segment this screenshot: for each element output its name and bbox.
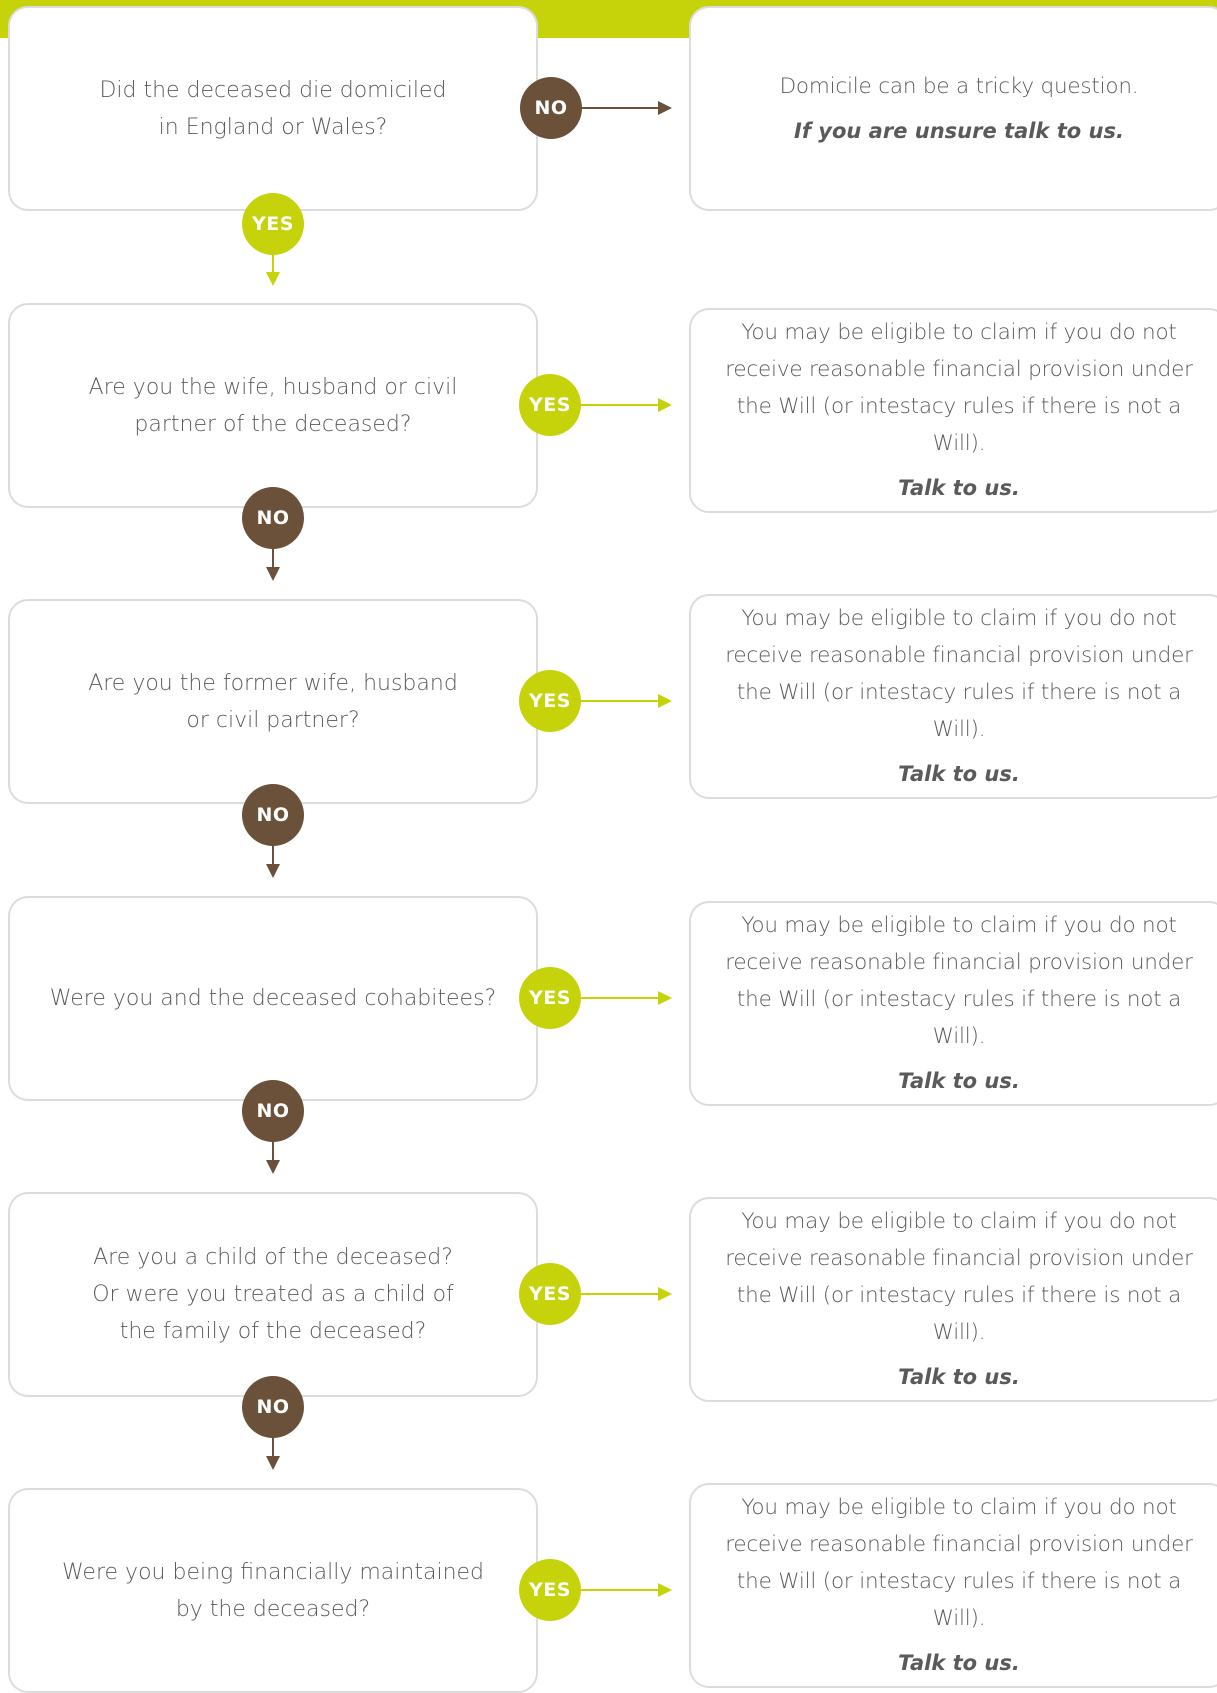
answer-body: You may be eligible to claim if you do n… <box>725 913 1193 1049</box>
question-text: Are you the former wife, husband or civi… <box>88 670 458 733</box>
arrow-right <box>578 398 672 412</box>
question-card-child: Are you a child of the deceased? Or were… <box>8 1192 538 1397</box>
yes-badge: YES <box>519 374 581 436</box>
arrowhead <box>266 567 280 581</box>
arrow-right <box>578 101 672 115</box>
no-badge: NO <box>242 1376 304 1438</box>
arrowhead <box>266 1160 280 1174</box>
arrow-down <box>266 1138 280 1174</box>
answer-card-former-spouse: You may be eligible to claim if you do n… <box>689 594 1217 799</box>
answer-text: Domicile can be a tricky question. If yo… <box>750 68 1169 150</box>
answer-text: You may be eligible to claim if you do n… <box>691 314 1217 507</box>
question-card-former-spouse: Are you the former wife, husband or civi… <box>8 599 538 804</box>
answer-card-spouse: You may be eligible to claim if you do n… <box>689 308 1217 513</box>
answer-text: You may be eligible to claim if you do n… <box>691 907 1217 1100</box>
no-badge: NO <box>242 784 304 846</box>
answer-text: You may be eligible to claim if you do n… <box>691 1203 1217 1396</box>
arrowhead <box>658 101 672 115</box>
arrowhead <box>266 1456 280 1470</box>
question-text: Did the deceased die domiciled in Englan… <box>99 77 447 140</box>
answer-cta: Talk to us. <box>898 1365 1020 1389</box>
answer-body: You may be eligible to claim if you do n… <box>725 1209 1193 1345</box>
question-card-maintained: Were you being financially maintained by… <box>8 1488 538 1693</box>
arrowhead <box>658 991 672 1005</box>
arrowhead <box>658 398 672 412</box>
yes-badge: YES <box>519 1263 581 1325</box>
arrow-down <box>266 545 280 581</box>
question-card-cohabitee: Were you and the deceased cohabitees? <box>8 896 538 1101</box>
answer-text: You may be eligible to claim if you do n… <box>691 1489 1217 1682</box>
answer-cta: Talk to us. <box>898 1069 1020 1093</box>
arrowhead <box>266 272 280 286</box>
answer-body: You may be eligible to claim if you do n… <box>725 1495 1193 1631</box>
arrow-right <box>578 694 672 708</box>
arrowhead <box>658 1583 672 1597</box>
answer-card-child: You may be eligible to claim if you do n… <box>689 1197 1217 1402</box>
answer-cta: Talk to us. <box>898 476 1020 500</box>
no-badge: NO <box>242 487 304 549</box>
arrow-down <box>266 1434 280 1470</box>
yes-badge: YES <box>519 670 581 732</box>
yes-badge: YES <box>242 193 304 255</box>
arrow-right <box>578 991 672 1005</box>
question-text: Are you a child of the deceased? Or were… <box>92 1245 454 1344</box>
arrowhead <box>266 864 280 878</box>
yes-badge: YES <box>519 1559 581 1621</box>
arrow-right <box>578 1287 672 1301</box>
answer-body: Domicile can be a tricky question. <box>779 73 1139 99</box>
question-card-domicile: Did the deceased die domiciled in Englan… <box>8 6 538 211</box>
arrowhead <box>658 694 672 708</box>
answer-body: You may be eligible to claim if you do n… <box>725 320 1193 456</box>
answer-cta: Talk to us. <box>898 1651 1020 1675</box>
question-text: Are you the wife, husband or civil partn… <box>88 374 458 437</box>
arrowhead <box>658 1287 672 1301</box>
arrow-right <box>578 1583 672 1597</box>
question-card-spouse: Are you the wife, husband or civil partn… <box>8 303 538 508</box>
question-text: Were you being financially maintained by… <box>61 1559 485 1622</box>
no-badge: NO <box>520 77 582 139</box>
answer-card-maintained: You may be eligible to claim if you do n… <box>689 1483 1217 1688</box>
question-text: Were you and the deceased cohabitees? <box>49 986 497 1011</box>
yes-badge: YES <box>519 967 581 1029</box>
arrow-down <box>266 250 280 286</box>
no-badge: NO <box>242 1080 304 1142</box>
answer-cta: Talk to us. <box>898 762 1020 786</box>
arrow-down <box>266 842 280 878</box>
answer-body: You may be eligible to claim if you do n… <box>725 606 1193 742</box>
answer-cta: If you are unsure talk to us. <box>794 118 1124 143</box>
answer-text: You may be eligible to claim if you do n… <box>691 600 1217 793</box>
answer-card-cohabitee: You may be eligible to claim if you do n… <box>689 901 1217 1106</box>
answer-card-domicile: Domicile can be a tricky question. If yo… <box>689 6 1217 211</box>
